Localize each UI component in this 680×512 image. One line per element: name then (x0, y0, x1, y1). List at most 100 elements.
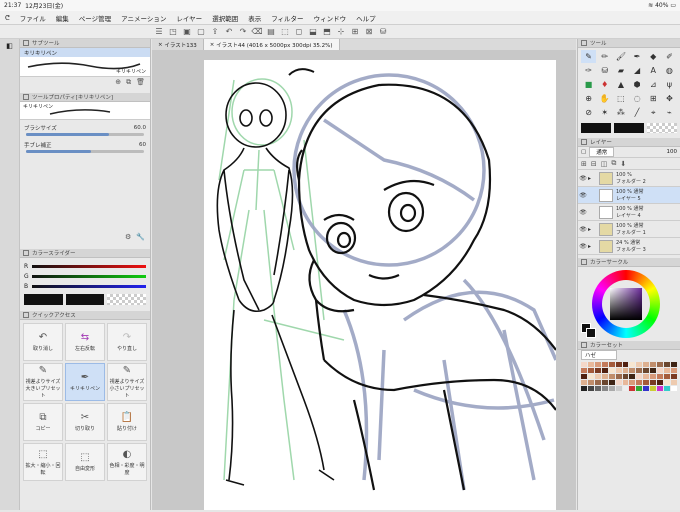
color-swatch[interactable] (664, 368, 671, 373)
qa-transform-button[interactable]: ⬚ 拡大・縮小・回転 (23, 443, 63, 481)
color-swatch[interactable] (594, 368, 601, 373)
color-swatch[interactable] (608, 374, 615, 379)
menu-file[interactable]: ファイル (15, 13, 51, 23)
export-icon[interactable]: ⇪ (208, 26, 222, 38)
menu-window[interactable]: ウィンドウ (309, 13, 352, 23)
vector-tool-icon[interactable]: ⌁ (662, 106, 677, 119)
ref-icon[interactable]: ⧉ (611, 159, 616, 168)
fill-icon[interactable]: ▤ (264, 26, 278, 38)
color-swatch[interactable] (581, 374, 587, 379)
sub-color-mini[interactable] (586, 328, 596, 338)
layer-4[interactable]: 👁 100 % 通常 レイヤー 4 (578, 204, 680, 221)
tab-illust44[interactable]: × イラスト44 (4016 x 5000px 300dpi 35.2%) (203, 39, 340, 50)
color-swatch[interactable] (587, 386, 594, 391)
color-swatch[interactable] (581, 368, 587, 373)
color-swatch[interactable] (594, 380, 601, 385)
color-swatch[interactable] (601, 368, 608, 373)
color-swatch[interactable] (615, 368, 622, 373)
color-swatch[interactable] (657, 380, 664, 385)
color-swatch[interactable] (671, 362, 677, 367)
color-swatch[interactable] (629, 362, 636, 367)
color-swatch[interactable] (581, 362, 587, 367)
lock-icon[interactable]: ▢ (581, 149, 586, 155)
canvas-paper[interactable] (204, 60, 558, 510)
transparent-swatch[interactable] (107, 294, 147, 305)
figure-tool-icon[interactable]: ▲ (613, 78, 628, 91)
color-swatch[interactable] (581, 386, 587, 391)
menu-edit[interactable]: 編集 (51, 13, 74, 23)
transform-icon[interactable]: ⬚ (278, 26, 292, 38)
saturation-box[interactable] (610, 288, 642, 320)
fill-tool-icon[interactable]: ⛁ (597, 64, 612, 77)
canvas-area[interactable] (152, 50, 576, 510)
color-swatch[interactable] (643, 368, 650, 373)
color-swatch[interactable] (657, 362, 664, 367)
text-tool-icon[interactable]: A (646, 64, 661, 77)
ruler-icon[interactable]: ⊞ (348, 26, 362, 38)
eyedropper-tool-icon[interactable]: ⊘ (581, 106, 596, 119)
main-color-box[interactable] (581, 123, 611, 133)
color-swatch[interactable] (615, 362, 622, 367)
brush-tool-icon[interactable]: 🖌 (613, 50, 628, 63)
color-swatch[interactable] (636, 386, 643, 391)
ruler-tool-icon[interactable]: ⬢ (630, 78, 645, 91)
subtool-selected[interactable]: キリキリペン (20, 48, 150, 57)
color-swatch[interactable] (622, 386, 629, 391)
colorset-select[interactable]: ハゼ (578, 350, 680, 360)
decoration-tool-icon[interactable]: ♦ (597, 78, 612, 91)
color-swatch[interactable] (636, 380, 643, 385)
new-layer-icon[interactable]: ⊞ (581, 160, 587, 168)
color-swatch[interactable] (615, 374, 622, 379)
color-swatch[interactable] (629, 386, 636, 391)
menu-view[interactable]: 表示 (243, 13, 266, 23)
color-swatch[interactable] (671, 374, 677, 379)
sub-color-box[interactable] (614, 123, 644, 133)
color-swatch[interactable] (608, 386, 615, 391)
zoom-tool-icon[interactable]: ⊕ (581, 92, 596, 105)
grass-tool-icon[interactable]: ψ (662, 78, 677, 91)
layer-folder-3[interactable]: 👁 ▸ 24 % 通常 フォルダー 3 (578, 238, 680, 255)
eraser-tool-icon[interactable]: ◆ (646, 50, 661, 63)
qa-free-transform-button[interactable]: ⬚ 自由変形 (65, 443, 105, 481)
color-swatch[interactable] (587, 374, 594, 379)
copy-subtool-icon[interactable]: ⧉ (126, 78, 131, 87)
lasso-tool-icon[interactable]: ◌ (630, 92, 645, 105)
layer-5[interactable]: 👁 100 % 通常 レイヤー 5 (578, 187, 680, 204)
airbrush-tool-icon[interactable]: ✒ (630, 50, 645, 63)
color-swatch[interactable] (650, 368, 657, 373)
grid-icon[interactable]: ⊠ (362, 26, 376, 38)
qa-brush-down-button[interactable]: ✎ 視差よりサイズ小さいプリセット (107, 363, 147, 401)
spray-tool-icon[interactable]: ⁂ (613, 106, 628, 119)
color-swatch[interactable] (629, 374, 636, 379)
new-icon[interactable]: ◳ (166, 26, 180, 38)
subtool-header[interactable]: サブツール (20, 39, 150, 48)
color-swatch[interactable] (601, 362, 608, 367)
color-swatch[interactable] (671, 368, 677, 373)
dock-toggle-icon[interactable]: ◧ (0, 39, 19, 53)
color-swatch[interactable] (594, 374, 601, 379)
color-swatch[interactable] (650, 380, 657, 385)
open-icon[interactable]: ▣ (180, 26, 194, 38)
wrench-icon[interactable]: 🔧 (136, 233, 145, 243)
menu-selection[interactable]: 選択範囲 (207, 13, 243, 23)
blend-tool-icon[interactable]: ✑ (581, 64, 596, 77)
color-swatch[interactable] (622, 368, 629, 373)
color-swatch[interactable] (608, 380, 615, 385)
qa-brush-up-button[interactable]: ✎ 視差よりサイズ大きいプリセット (23, 363, 63, 401)
color-swatch[interactable] (622, 374, 629, 379)
color-swatch[interactable] (601, 380, 608, 385)
quickaccess-header[interactable]: クイックアクセス (20, 311, 150, 320)
color-swatch[interactable] (643, 362, 650, 367)
colorslider-header[interactable]: カラースライダー (20, 249, 150, 258)
qa-flip-button[interactable]: ⇆ 左右反転 (65, 323, 105, 361)
mask-icon[interactable]: ◫ (601, 160, 608, 168)
merge-icon[interactable]: ⬇ (620, 160, 626, 168)
line-tool-icon[interactable]: ╱ (630, 106, 645, 119)
color-swatch[interactable] (636, 368, 643, 373)
add-subtool-icon[interactable]: ⊕ (115, 78, 121, 86)
transparent-color-box[interactable] (647, 123, 677, 133)
settings-icon[interactable]: ⚙ (125, 233, 131, 243)
colorset-header[interactable]: カラーセット (578, 341, 680, 350)
colorcircle-header[interactable]: カラーサークル (578, 258, 680, 267)
color-swatch[interactable] (664, 374, 671, 379)
